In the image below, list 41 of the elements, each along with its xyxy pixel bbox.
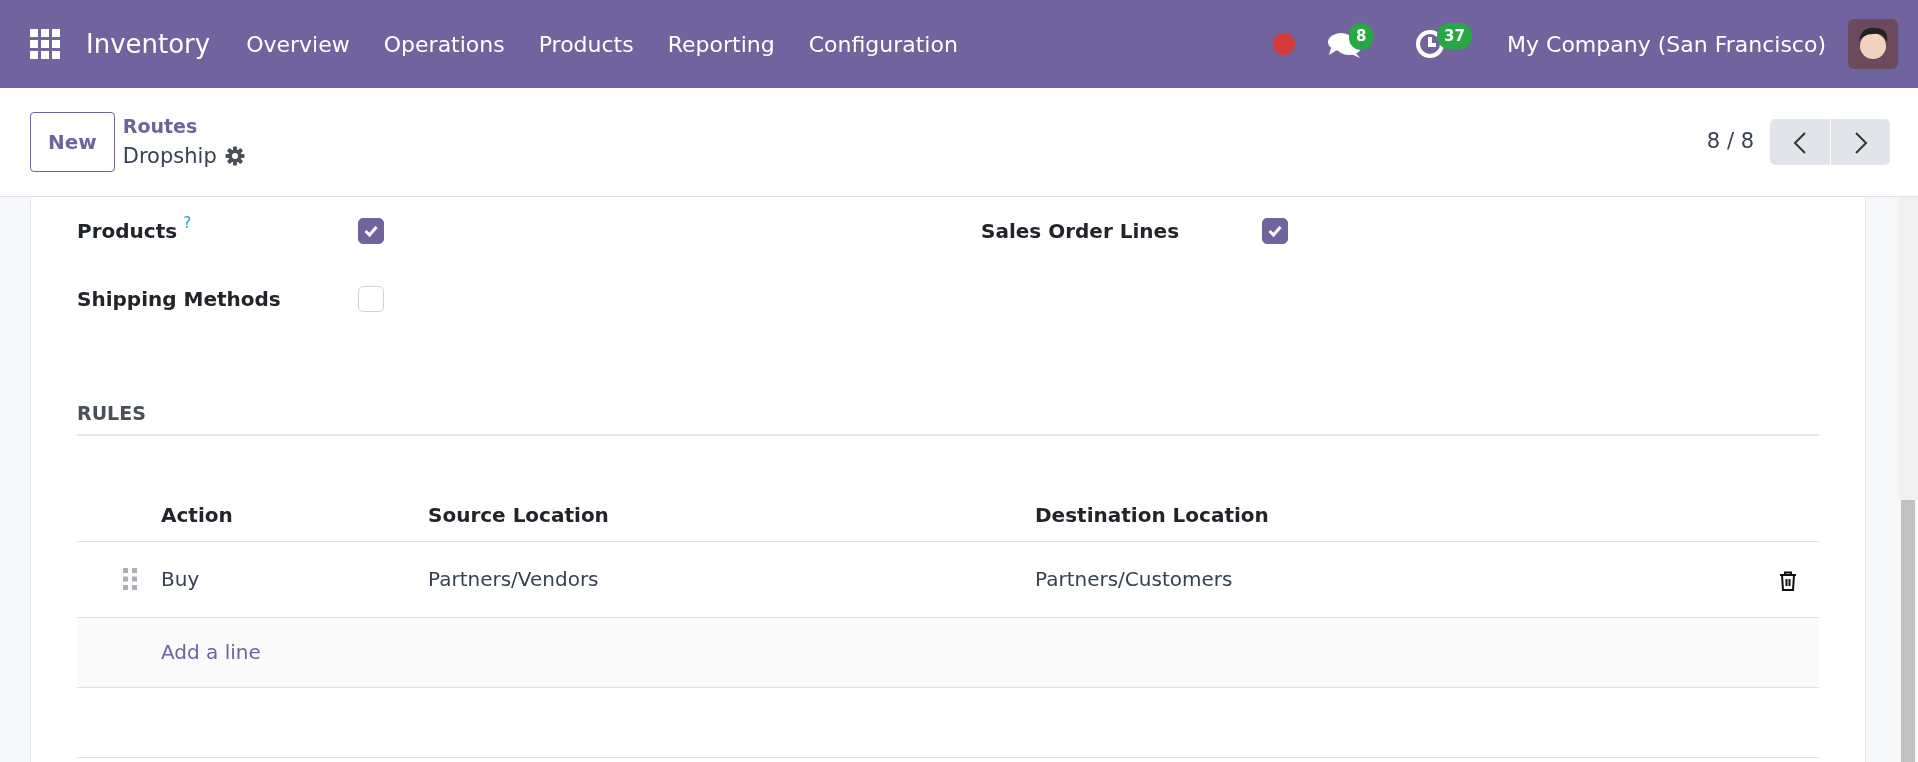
menu-item[interactable]: Reporting <box>667 27 775 61</box>
field-label: Products <box>77 218 178 245</box>
menu-item[interactable]: Configuration <box>808 27 958 61</box>
menu-item[interactable]: Overview <box>246 27 350 61</box>
trash-icon[interactable] <box>1779 570 1797 591</box>
add-line-link[interactable]: Add a line <box>161 637 428 667</box>
checkbox[interactable] <box>1262 218 1288 244</box>
activity-count-badge: 37 <box>1437 22 1472 50</box>
table-cell-text: Buy <box>161 566 201 593</box>
avatar-icon[interactable] <box>1848 19 1898 69</box>
next-button[interactable] <box>1830 119 1890 165</box>
status-dot-icon <box>1273 33 1296 55</box>
checkbox[interactable] <box>358 218 384 244</box>
column-header: Source Location <box>428 502 610 529</box>
column-header: Destination Location <box>1035 502 1270 529</box>
menu-item[interactable]: Operations <box>383 27 505 61</box>
company-name[interactable]: My Company (San Francisco) <box>1507 27 1826 61</box>
field-label: Shipping Methods <box>77 286 281 313</box>
record-title: Dropship <box>122 142 217 170</box>
help-tooltip[interactable]: ? <box>183 216 192 231</box>
chevron-right-icon <box>1853 131 1868 156</box>
table-cell-text: Partners/Customers <box>1035 566 1234 593</box>
checkmark-icon <box>1268 225 1282 237</box>
message-count-badge: 8 <box>1349 23 1374 50</box>
menu-item[interactable]: Products <box>538 27 634 61</box>
scrollbar-track[interactable] <box>1898 197 1918 500</box>
breadcrumb-link[interactable]: Routes <box>122 112 245 141</box>
checkmark-icon <box>364 225 378 237</box>
chevron-left-icon <box>1793 131 1807 156</box>
apps-menu-icon[interactable] <box>30 29 60 59</box>
section-title: RULES <box>77 399 1819 436</box>
previous-button[interactable] <box>1770 119 1830 165</box>
field-label: Sales Order Lines <box>981 218 1180 245</box>
drag-handle-icon[interactable] <box>123 568 137 590</box>
scrollbar-thumb[interactable] <box>1901 500 1915 762</box>
table-cell-text: Partners/Vendors <box>428 566 600 593</box>
clock-icon[interactable] <box>1415 29 1446 60</box>
pager-counter: 8 / 8 <box>1706 128 1754 156</box>
new-button[interactable]: New <box>30 112 115 172</box>
app-name[interactable]: Inventory <box>86 24 211 64</box>
column-header: Action <box>161 502 234 529</box>
